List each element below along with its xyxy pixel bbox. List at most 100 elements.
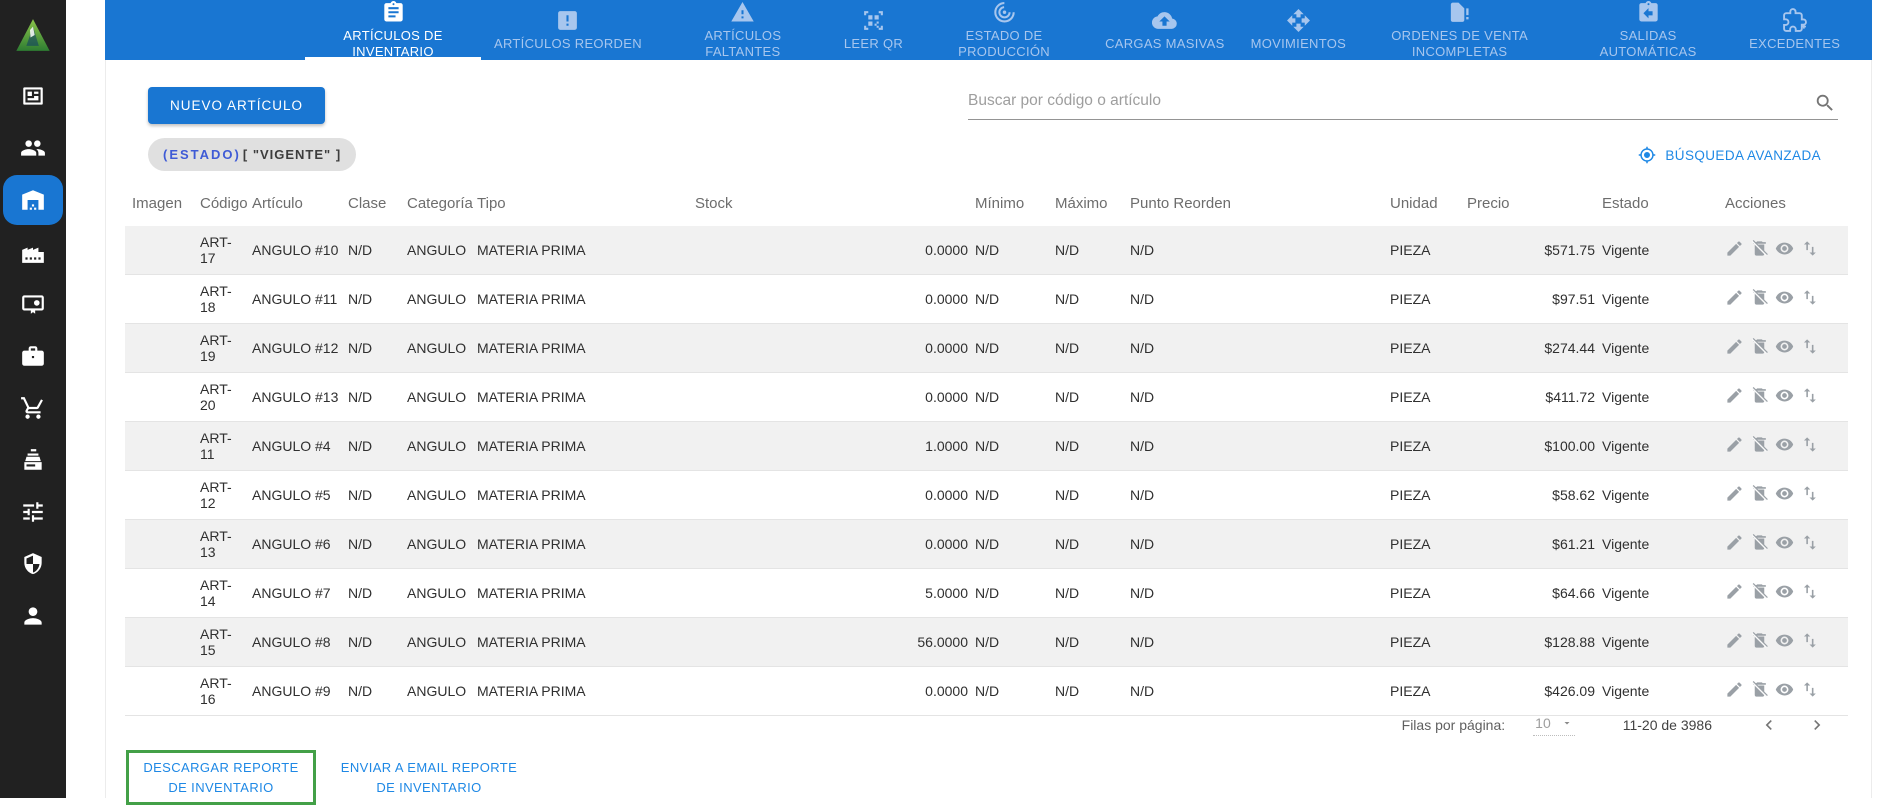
cell-minimo: N/D (975, 585, 1000, 601)
eye-icon (1775, 585, 1794, 598)
pencil-action-button[interactable] (1725, 435, 1744, 454)
import-export-action-button[interactable] (1800, 435, 1819, 454)
cell-unidad: PIEZA (1390, 438, 1431, 454)
cell-acciones (1718, 373, 1848, 422)
delete-disabled-action-button[interactable] (1750, 435, 1769, 454)
pencil-icon (1727, 486, 1742, 501)
pencil-action-button[interactable] (1725, 631, 1744, 650)
cell-punto_reorden: N/D (1130, 389, 1155, 405)
tab-art-culos-faltantes[interactable]: ARTÍCULOS FALTANTES (655, 0, 831, 60)
cell-estado: Vigente (1602, 438, 1650, 454)
import-export-icon (1803, 290, 1816, 305)
column-header-c-digo: Código (200, 194, 248, 212)
pencil-action-button[interactable] (1725, 337, 1744, 356)
tab-art-culos-de-inventario[interactable]: ARTÍCULOS DE INVENTARIO (305, 0, 481, 60)
eye-action-button[interactable] (1775, 288, 1794, 307)
column-header-categor-a: Categoría (407, 194, 473, 212)
new-article-button[interactable]: NUEVO ARTÍCULO (148, 87, 326, 124)
tab-art-culos-reorden[interactable]: ARTÍCULOS REORDEN (481, 0, 655, 60)
import-export-action-button[interactable] (1800, 386, 1819, 405)
rows-per-page-value: 10 (1535, 714, 1551, 731)
tab-leer-qr[interactable]: LEER QR (831, 0, 916, 60)
previous-page-button[interactable] (1756, 712, 1782, 738)
import-export-action-button[interactable] (1800, 680, 1819, 699)
eye-icon (1775, 487, 1794, 500)
sidebar-item-security[interactable] (0, 538, 66, 590)
sidebar-item-certificates[interactable] (0, 278, 66, 330)
pencil-action-button[interactable] (1725, 582, 1744, 601)
eye-action-button[interactable] (1775, 337, 1794, 356)
sidebar-item-news[interactable] (0, 70, 66, 122)
delete-disabled-icon (1751, 632, 1768, 648)
eye-action-button[interactable] (1775, 386, 1794, 405)
cell-punto_reorden: N/D (1130, 487, 1155, 503)
delete-disabled-action-button[interactable] (1750, 386, 1769, 405)
tab-movimientos[interactable]: MOVIMIENTOS (1238, 0, 1360, 60)
delete-disabled-action-button[interactable] (1750, 533, 1769, 552)
column-header-stock: Stock (695, 194, 733, 212)
sidebar-item-production[interactable] (0, 226, 66, 278)
cell-precio: $274.44 (1544, 340, 1595, 356)
import-export-action-button[interactable] (1800, 337, 1819, 356)
tab-label: ARTÍCULOS DE INVENTARIO (343, 27, 443, 59)
sidebar-item-profile[interactable] (0, 590, 66, 642)
cell-codigo: ART-17 (200, 234, 232, 266)
search-input[interactable] (968, 86, 1838, 120)
delete-disabled-action-button[interactable] (1750, 631, 1769, 650)
eye-action-button[interactable] (1775, 239, 1794, 258)
sidebar-item-sales[interactable] (0, 434, 66, 486)
tune-icon (23, 502, 43, 522)
eye-action-button[interactable] (1775, 582, 1794, 601)
tab-label: LEER QR (843, 35, 904, 51)
cell-clase: N/D (348, 242, 373, 258)
cell-acciones (1718, 471, 1848, 520)
eye-action-button[interactable] (1775, 631, 1794, 650)
import-export-action-button[interactable] (1800, 582, 1819, 601)
import-export-action-button[interactable] (1800, 631, 1819, 650)
tab-cargas-masivas[interactable]: CARGAS MASIVAS (1092, 0, 1238, 60)
advanced-search-link[interactable]: BÚSQUEDA AVANZADA (1638, 146, 1821, 164)
sidebar-item-purchases[interactable] (0, 382, 66, 434)
cell-tipo: MATERIA PRIMA (477, 683, 586, 699)
pencil-action-button[interactable] (1725, 484, 1744, 503)
import-export-action-button[interactable] (1800, 239, 1819, 258)
cell-categoria: ANGULO (407, 536, 467, 552)
download-inventory-report-link[interactable]: DESCARGAR REPORTE DE INVENTARIO (135, 758, 307, 797)
tab-estado-de-producci-n[interactable]: ESTADO DE PRODUCCIÓN (916, 0, 1092, 60)
tab-salidas-autom-ticas[interactable]: SALIDAS AUTOMÁTICAS (1560, 0, 1736, 60)
eye-action-button[interactable] (1775, 533, 1794, 552)
pencil-action-button[interactable] (1725, 386, 1744, 405)
delete-disabled-action-button[interactable] (1750, 582, 1769, 601)
pencil-action-button[interactable] (1725, 533, 1744, 552)
import-export-action-button[interactable] (1800, 288, 1819, 307)
sidebar-item-settings[interactable] (0, 486, 66, 538)
import-export-action-button[interactable] (1800, 484, 1819, 503)
delete-disabled-action-button[interactable] (1750, 484, 1769, 503)
eye-action-button[interactable] (1775, 435, 1794, 454)
search-icon[interactable] (1814, 92, 1836, 114)
certificate-icon (22, 295, 44, 314)
eye-action-button[interactable] (1775, 484, 1794, 503)
tab-ordenes-de-venta-incompletas[interactable]: ORDENES DE VENTA INCOMPLETAS (1359, 0, 1560, 60)
delete-disabled-icon (1751, 289, 1768, 305)
delete-disabled-action-button[interactable] (1750, 239, 1769, 258)
delete-disabled-action-button[interactable] (1750, 288, 1769, 307)
pencil-action-button[interactable] (1725, 239, 1744, 258)
table-row: ART-13 ANGULO #6 N/D ANGULO MATERIA PRIMA 0.0… (125, 519, 1848, 569)
cell-maximo: N/D (1055, 242, 1080, 258)
eye-action-button[interactable] (1775, 680, 1794, 699)
email-inventory-report-link[interactable]: ENVIAR A EMAIL REPORTE DE INVENTARIO (338, 758, 520, 797)
rows-per-page-select[interactable]: 10 (1533, 715, 1575, 736)
pencil-action-button[interactable] (1725, 288, 1744, 307)
pencil-action-button[interactable] (1725, 680, 1744, 699)
delete-disabled-action-button[interactable] (1750, 680, 1769, 699)
next-page-button[interactable] (1804, 712, 1830, 738)
tab-excedentes[interactable]: EXCEDENTES (1736, 0, 1853, 60)
sidebar-item-tools[interactable] (0, 330, 66, 382)
import-export-action-button[interactable] (1800, 533, 1819, 552)
filter-chip-estado[interactable]: (ESTADO) [ "VIGENTE" ] (148, 138, 357, 171)
sidebar-item-users[interactable] (0, 122, 66, 174)
delete-disabled-action-button[interactable] (1750, 337, 1769, 356)
sidebar-item-warehouse[interactable] (0, 174, 66, 226)
table-header-row: Imagen Código Artículo Clase Categoría Tipo St… (125, 186, 1848, 226)
